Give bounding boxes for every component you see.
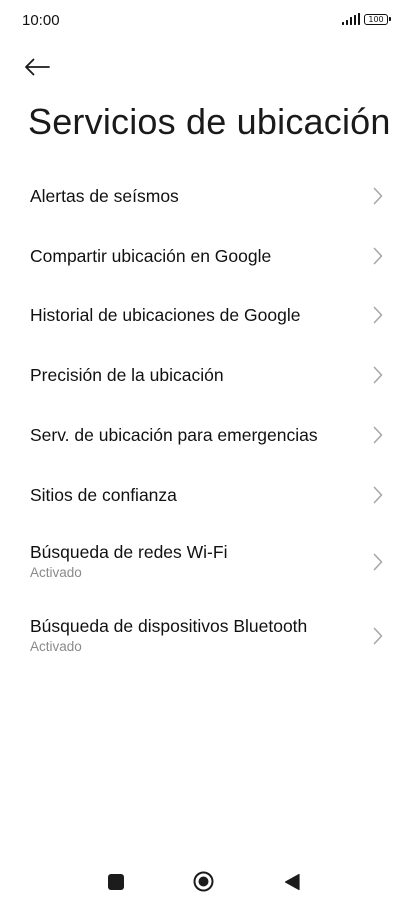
status-time: 10:00 [22, 12, 60, 29]
item-label: Sitios de confianza [30, 484, 177, 505]
list-item-location-accuracy[interactable]: Precisión de la ubicación [0, 345, 411, 405]
list-item-emergency-location[interactable]: Serv. de ubicación para emergencias [0, 405, 411, 465]
list-item-earthquake-alerts[interactable]: Alertas de seísmos [0, 166, 411, 226]
list-item-trusted-places[interactable]: Sitios de confianza [0, 465, 411, 525]
page-title: Servicios de ubicación [28, 101, 391, 142]
item-status: Activado [30, 565, 82, 581]
settings-list: Alertas de seísmos Compartir ubicación e… [0, 166, 411, 673]
chevron-right-icon [373, 307, 383, 324]
list-item-wifi-scanning[interactable]: Búsqueda de redes Wi-Fi Activado [0, 525, 411, 599]
list-item-bluetooth-scanning[interactable]: Búsqueda de dispositivos Bluetooth Activ… [0, 599, 411, 673]
chevron-right-icon [373, 187, 383, 205]
chevron-right-icon [373, 553, 383, 571]
item-label: Serv. de ubicación para emergencias [30, 425, 318, 446]
item-label: Búsqueda de dispositivos Bluetooth [30, 616, 308, 637]
back-nav-button[interactable] [284, 873, 300, 891]
status-icons: 100 [341, 13, 391, 25]
item-label: Historial de ubicaciones de Google [30, 305, 301, 326]
chevron-right-icon [373, 426, 383, 444]
item-status: Activado [30, 639, 82, 655]
chevron-right-icon [373, 366, 383, 384]
navigation-bar [0, 854, 411, 914]
item-label: Búsqueda de redes Wi-Fi [30, 542, 228, 563]
list-item-google-location-sharing[interactable]: Compartir ubicación en Google [0, 226, 411, 286]
status-bar: 10:00 100 [0, 0, 411, 42]
item-label: Precisión de la ubicación [30, 365, 224, 386]
signal-icon [341, 13, 360, 25]
home-button[interactable] [193, 871, 214, 892]
battery-level: 100 [364, 13, 388, 25]
recents-button[interactable] [108, 874, 124, 890]
chevron-right-icon [373, 486, 383, 504]
chevron-right-icon [373, 627, 383, 645]
battery-icon: 100 [364, 13, 391, 25]
arrow-left-icon [25, 58, 50, 76]
chevron-right-icon [373, 247, 383, 264]
list-item-google-location-history[interactable]: Historial de ubicaciones de Google [0, 286, 411, 346]
back-button[interactable] [24, 50, 60, 84]
item-label: Alertas de seísmos [30, 185, 179, 206]
item-label: Compartir ubicación en Google [30, 245, 272, 266]
